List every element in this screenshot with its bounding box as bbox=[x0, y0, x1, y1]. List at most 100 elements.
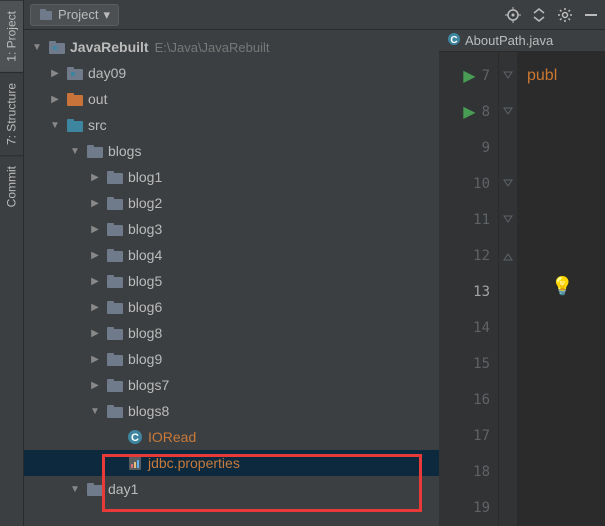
tree-item[interactable]: ▶blog3 bbox=[24, 216, 439, 242]
tree-label: out bbox=[88, 91, 107, 107]
tree-label: blogs bbox=[108, 143, 141, 159]
fold-icon[interactable] bbox=[502, 166, 514, 202]
package-icon bbox=[106, 376, 124, 394]
code-text: publ bbox=[527, 67, 557, 85]
package-icon bbox=[106, 220, 124, 238]
tree-label: blogs7 bbox=[128, 377, 169, 393]
locate-icon[interactable] bbox=[505, 7, 521, 23]
editor-tab-aboutpath[interactable]: C AboutPath.java bbox=[447, 32, 553, 49]
expand-all-icon[interactable] bbox=[531, 7, 547, 23]
line-number: 16 bbox=[473, 392, 490, 408]
line-number-gutter: ▶7 ▶8 9 10 11 12 13 14 15 16 17 18 19 bbox=[439, 52, 499, 526]
package-icon bbox=[106, 402, 124, 420]
chevron-right-icon[interactable]: ▶ bbox=[88, 198, 102, 209]
chevron-down-icon[interactable]: ▼ bbox=[68, 146, 82, 157]
fold-gutter bbox=[499, 52, 517, 526]
line-number: 9 bbox=[482, 140, 490, 156]
chevron-down-icon[interactable]: ▼ bbox=[68, 484, 82, 495]
line-number: 19 bbox=[473, 500, 490, 516]
chevron-down-icon[interactable]: ▼ bbox=[48, 120, 62, 131]
tree-item[interactable]: ▶ blog1 bbox=[24, 164, 439, 190]
chevron-right-icon[interactable]: ▶ bbox=[88, 250, 102, 261]
tree-item[interactable]: ▶blog6 bbox=[24, 294, 439, 320]
dropdown-arrow-icon: ▾ bbox=[103, 7, 110, 23]
tree-item-src[interactable]: ▼ src bbox=[24, 112, 439, 138]
run-gutter-icon[interactable]: ▶ bbox=[463, 102, 475, 122]
chevron-right-icon[interactable]: ▶ bbox=[88, 328, 102, 339]
fold-icon[interactable] bbox=[502, 58, 514, 94]
project-tree-panel: ▼ JavaRebuilt E:\Java\JavaRebuilt ▶ day0… bbox=[24, 30, 439, 526]
package-icon bbox=[86, 142, 104, 160]
chevron-right-icon[interactable]: ▶ bbox=[48, 94, 62, 105]
tool-tab-project[interactable]: 1: Project bbox=[0, 0, 23, 72]
chevron-down-icon[interactable]: ▼ bbox=[30, 42, 44, 53]
tree-item-blogs8[interactable]: ▼ blogs8 bbox=[24, 398, 439, 424]
tool-tab-label: 7: Structure bbox=[5, 83, 19, 145]
project-view-dropdown[interactable]: Project ▾ bbox=[30, 4, 119, 26]
tree-label: blog1 bbox=[128, 169, 162, 185]
run-gutter-icon[interactable]: ▶ bbox=[463, 66, 475, 86]
gear-icon[interactable] bbox=[557, 7, 573, 23]
tool-tab-label: Commit bbox=[5, 166, 19, 207]
project-icon bbox=[39, 8, 53, 22]
fold-icon[interactable] bbox=[502, 202, 514, 238]
left-tool-gutter: 1: Project 7: Structure Commit bbox=[0, 0, 24, 526]
class-icon: C bbox=[126, 428, 144, 446]
package-icon bbox=[106, 298, 124, 316]
tree-item-out[interactable]: ▶ out bbox=[24, 86, 439, 112]
tree-item-day1[interactable]: ▼ day1 bbox=[24, 476, 439, 502]
code-area[interactable]: publ 💡 bbox=[517, 52, 605, 526]
chevron-right-icon[interactable]: ▶ bbox=[88, 224, 102, 235]
tree-item-day09[interactable]: ▶ day09 bbox=[24, 60, 439, 86]
class-icon: C bbox=[447, 32, 461, 49]
tree-item[interactable]: ▶blog2 bbox=[24, 190, 439, 216]
tool-tab-label: 1: Project bbox=[5, 11, 19, 62]
chevron-right-icon[interactable]: ▶ bbox=[88, 276, 102, 287]
tree-label: blog5 bbox=[128, 273, 162, 289]
hide-icon[interactable] bbox=[583, 7, 599, 23]
chevron-down-icon[interactable]: ▼ bbox=[88, 406, 102, 417]
tool-tab-commit[interactable]: Commit bbox=[0, 155, 23, 217]
intention-bulb-icon[interactable]: 💡 bbox=[551, 276, 573, 297]
tree-item[interactable]: ▶ blog4 bbox=[24, 242, 439, 268]
package-icon bbox=[106, 324, 124, 342]
tree-item-blogs[interactable]: ▼ blogs bbox=[24, 138, 439, 164]
tree-label: IORead bbox=[148, 429, 196, 445]
tree-item[interactable]: ▶ blog5 bbox=[24, 268, 439, 294]
chevron-right-icon[interactable]: ▶ bbox=[88, 302, 102, 313]
svg-text:C: C bbox=[450, 35, 457, 46]
svg-text:C: C bbox=[131, 432, 139, 444]
project-tree[interactable]: ▼ JavaRebuilt E:\Java\JavaRebuilt ▶ day0… bbox=[24, 30, 439, 502]
tree-label: blog8 bbox=[128, 325, 162, 341]
tree-item[interactable]: ▶blog9 bbox=[24, 346, 439, 372]
main-area: Project ▾ ▼ JavaRebuilt E:\Java\JavaRebu… bbox=[24, 0, 605, 526]
chevron-right-icon[interactable]: ▶ bbox=[88, 380, 102, 391]
line-number: 17 bbox=[473, 428, 490, 444]
package-icon bbox=[106, 350, 124, 368]
tool-tab-structure[interactable]: 7: Structure bbox=[0, 72, 23, 155]
chevron-right-icon[interactable]: ▶ bbox=[88, 354, 102, 365]
package-icon bbox=[106, 168, 124, 186]
folder-source-icon bbox=[66, 116, 84, 134]
tree-item[interactable]: ▶ blog8 bbox=[24, 320, 439, 346]
tree-file-ioread[interactable]: C IORead bbox=[24, 424, 439, 450]
tree-label: blogs8 bbox=[128, 403, 169, 419]
tree-label: jdbc.properties bbox=[148, 455, 240, 471]
line-number: 14 bbox=[473, 320, 490, 336]
line-number: 18 bbox=[473, 464, 490, 480]
chevron-right-icon[interactable]: ▶ bbox=[48, 68, 62, 79]
tree-label: JavaRebuilt bbox=[70, 39, 149, 55]
line-number: 7 bbox=[482, 68, 490, 84]
folder-icon bbox=[66, 64, 84, 82]
fold-end-icon[interactable] bbox=[502, 238, 514, 274]
line-number: 13 bbox=[473, 284, 490, 300]
editor-body: ▶7 ▶8 9 10 11 12 13 14 15 16 17 18 19 bbox=[439, 52, 605, 526]
tree-label: day09 bbox=[88, 65, 126, 81]
tree-item[interactable]: ▶ blogs7 bbox=[24, 372, 439, 398]
editor-tabs: C AboutPath.java bbox=[439, 30, 605, 52]
fold-icon[interactable] bbox=[502, 94, 514, 130]
tree-label: blog4 bbox=[128, 247, 162, 263]
tree-root[interactable]: ▼ JavaRebuilt E:\Java\JavaRebuilt bbox=[24, 34, 439, 60]
tree-file-jdbc[interactable]: jdbc.properties bbox=[24, 450, 439, 476]
chevron-right-icon[interactable]: ▶ bbox=[88, 172, 102, 183]
